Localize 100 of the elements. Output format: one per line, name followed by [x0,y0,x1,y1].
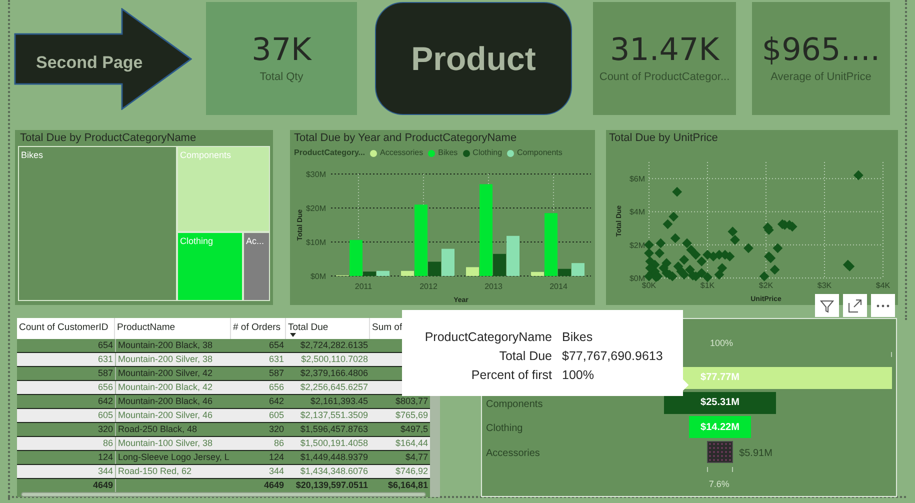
table-cell: Mountain-200 Black, 42 [115,381,231,394]
legend-label: Bikes [438,147,458,159]
table-cell-text: 344 [268,465,285,478]
table-cell-text: $164,44 [394,437,429,450]
chart-title: Total Due by UnitPrice [609,131,719,146]
table-cell-text: $746,92 [394,465,429,478]
data-point [685,264,695,275]
data-point [644,248,654,258]
table-cell: Mountain-200 Black, 38 [115,339,231,352]
axis-tick-label: $10M [306,238,326,247]
data-point [686,244,696,255]
table-cell-text: 4649 [262,479,285,492]
funnel-bar: $25.31M [664,392,776,414]
axis-tick-label: 2011 [354,282,372,291]
data-point [728,226,738,237]
table-cell: Mountain-200 Silver, 38 [115,353,231,366]
chart-title: Total Due by Year and ProductCategoryName [294,131,518,146]
data-point [690,250,701,260]
table-cell: Mountain-200 Black, 46 [115,395,231,408]
data-point [696,256,707,266]
table-cell-text: 654 [96,339,114,352]
kpi-value: 37K [252,31,312,70]
axis-tick-label: $30M [306,170,326,179]
table-cell-text: $765,69 [394,409,429,422]
table-cell-text: 656 [268,381,285,394]
data-point [717,263,728,273]
data-point [772,243,783,254]
page-title-button[interactable]: Product [375,2,572,115]
tooltip-value: $77,767,690.9613 [562,348,663,365]
table-cell: Road-250 Black, 48 [115,423,231,436]
legend-label: Accessories [380,147,424,159]
data-point [759,271,770,282]
data-point [662,219,673,230]
data-point [724,252,735,262]
data-point [658,263,669,273]
table-cell-text: $2,161,393.45 [309,395,369,408]
axis-tick-label: $3K [817,281,832,290]
axis-tick-label: 2012 [420,282,438,291]
data-point [670,233,680,244]
data-point [764,225,774,235]
treemap-tile[interactable]: Bikes [18,146,177,301]
table-cell-text: 320 [96,423,114,436]
data-point [664,270,674,280]
table-cell: Mountain-200 Silver, 46 [115,409,231,422]
table-cell-text: 86 [102,437,114,450]
data-point [787,222,798,232]
table-cell: Road-150 Red, 62 [115,465,231,478]
table-cell-text: 654 [268,339,285,352]
arrow-button[interactable]: Second Page [14,8,192,110]
table-cell-text: 124 [268,451,285,464]
table-cell-text: $6,164,81 [386,479,429,492]
data-point [682,238,692,248]
data-point [654,248,664,258]
tooltip-label: Total Due [498,348,552,365]
data-point [702,272,712,282]
axis-tick-label: $4K [876,281,890,290]
table-cell-text: $803,77 [394,395,429,408]
table-cell-text: 320 [268,423,285,436]
table-cell-text: 605 [96,409,114,422]
filter-icon[interactable] [815,294,839,317]
data-point [656,238,666,248]
table-cell: Long-Sleeve Logo Jersey, L [115,451,231,464]
percent-label: 7.6% [708,478,730,492]
kpi-value: 31.47K [610,31,720,70]
axis-tick-label: $1K [700,281,715,290]
legend-label: Clothing [472,147,502,159]
table-cell-text: $2,724,282.6135 [299,339,369,352]
axis-tick-label: $6M [629,174,645,184]
data-point [744,243,754,254]
table-cell-text: $1,449,448.9379 [299,451,369,464]
tooltip-value: Bikes [562,329,593,346]
axis-tick-label: $4M [629,208,645,217]
data-point [672,186,682,197]
table-cell-text: $20,139,597.0511 [294,479,369,492]
data-point [770,264,780,275]
axis-tick-label: $20M [306,204,326,213]
table-cell-text: $497,5 [399,423,429,436]
table-cell-text: $2,379,166.4806 [299,367,369,380]
more-options-icon[interactable] [871,294,895,317]
table-cell-text: 124 [96,451,114,464]
focus-mode-icon[interactable] [843,294,867,317]
category-label: Components [486,398,543,412]
data-point [644,240,654,250]
data-point [676,266,686,276]
table-cell-text: $1,596,457.8763 [299,423,369,436]
data-point [714,270,724,280]
table-cell-text: $2,500,110.7028 [300,353,369,366]
table-cell-text: 86 [272,437,285,450]
table-cell-text: 605 [268,409,285,422]
category-label: Clothing [486,422,523,436]
table-cell-text: 631 [96,353,114,366]
kpi-value: $965.... [762,31,880,70]
table-cell: Mountain-100 Silver, 38 [115,437,231,450]
axis-tick-label: $0K [642,281,656,290]
table-cell-text: 4649 [92,479,114,492]
axis-tick-label: 2014 [550,282,568,291]
kpi-label: Count of ProductCategor... [599,70,730,86]
kpi-label: Total Qty [260,70,304,86]
axis-tick-label: $2M [629,240,645,250]
treemap-tile[interactable]: Ac... [243,232,270,301]
